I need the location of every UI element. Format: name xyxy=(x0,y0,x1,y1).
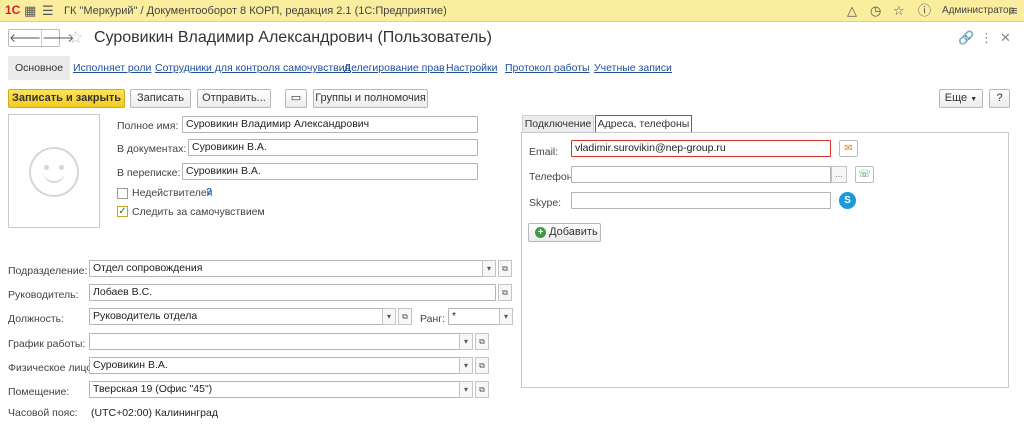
user-photo[interactable] xyxy=(8,114,100,228)
full-name-label: Полное имя: xyxy=(117,120,179,132)
section-settings[interactable]: Настройки xyxy=(446,56,498,80)
schedule-dropdown-icon[interactable]: ▾ xyxy=(459,333,473,350)
section-accounts[interactable]: Учетные записи xyxy=(594,56,672,80)
room-label: Помещение: xyxy=(8,386,70,398)
person-open-icon[interactable]: ⧉ xyxy=(475,357,489,374)
more-label: Еще xyxy=(944,92,968,104)
position-label: Должность: xyxy=(8,313,65,325)
room-field[interactable]: Тверская 19 (Офис "45") xyxy=(89,381,473,398)
in-docs-field[interactable]: Суровикин В.А. xyxy=(188,139,478,156)
in-letters-field[interactable]: Суровикин В.А. xyxy=(182,163,478,180)
comment-icon: ▭ xyxy=(290,92,302,104)
link-icon[interactable]: 🔗 xyxy=(958,30,974,46)
in-letters-label: В переписке: xyxy=(117,167,181,179)
add-contact-button[interactable]: + Добавить xyxy=(528,223,601,242)
groups-button[interactable]: Группы и полномочия xyxy=(313,89,428,108)
favorite-star-icon[interactable]: ☆ xyxy=(68,28,83,48)
section-main[interactable]: Основное xyxy=(8,56,71,80)
phone-label: Телефон: xyxy=(529,171,576,183)
apps-grid-icon[interactable]: ▦ xyxy=(24,3,36,19)
department-field[interactable]: Отдел сопровождения xyxy=(89,260,496,277)
section-wellbeing-staff[interactable]: Сотрудники для контроля самочувствия xyxy=(155,56,350,80)
save-close-button[interactable]: Записать и закрыть xyxy=(8,89,125,108)
section-delegation[interactable]: Делегирование прав xyxy=(344,56,445,80)
nav-buttons: 🡐 🡒 xyxy=(8,29,74,47)
add-label: Добавить xyxy=(549,226,598,238)
room-open-icon[interactable]: ⧉ xyxy=(475,381,489,398)
main-menu-icon[interactable]: ☰ xyxy=(42,3,54,19)
title-bar: 1С ▦ ☰ ГК "Меркурий" / Документооборот 8… xyxy=(0,0,1024,22)
phone-call-icon[interactable]: ☏ xyxy=(855,166,874,183)
position-open-icon[interactable]: ⧉ xyxy=(398,308,412,325)
tab-addresses[interactable]: Адреса, телефоны xyxy=(595,115,692,133)
department-dropdown-icon[interactable]: ▾ xyxy=(482,260,496,277)
close-icon[interactable]: ✕ xyxy=(1000,30,1011,46)
send-button[interactable]: Отправить... xyxy=(197,89,271,108)
position-dropdown-icon[interactable]: ▾ xyxy=(382,308,396,325)
email-label: Email: xyxy=(529,146,559,158)
avatar-placeholder-icon xyxy=(29,147,79,197)
timezone-value: (UTC+02:00) Калининград xyxy=(91,407,218,419)
invalid-help-icon[interactable]: ? xyxy=(206,187,212,198)
person-dropdown-icon[interactable]: ▾ xyxy=(459,357,473,374)
rank-dropdown-icon[interactable]: ▾ xyxy=(499,308,513,325)
manager-label: Руководитель: xyxy=(8,289,79,301)
room-dropdown-icon[interactable]: ▾ xyxy=(459,381,473,398)
department-label: Подразделение: xyxy=(8,265,88,277)
back-arrow-icon[interactable]: 🡐 xyxy=(9,30,41,46)
envelope-icon[interactable]: ✉ xyxy=(839,140,858,157)
department-open-icon[interactable]: ⧉ xyxy=(498,260,512,277)
tab-connection[interactable]: Подключение xyxy=(522,115,594,133)
invalid-label: Недействителен xyxy=(132,187,213,199)
phone-field[interactable] xyxy=(571,166,831,183)
skype-field[interactable] xyxy=(571,192,831,209)
rank-label: Ранг: xyxy=(420,313,446,325)
phone-more-icon[interactable]: … xyxy=(831,166,847,183)
window-menu-icon[interactable]: ≡ xyxy=(1010,3,1018,19)
manager-field[interactable]: Лобаев В.С. xyxy=(89,284,496,301)
skype-label: Skype: xyxy=(529,197,562,209)
form-menu-icon[interactable]: ⋮ xyxy=(980,30,993,46)
skype-icon[interactable]: S xyxy=(839,192,856,209)
favorites-icon[interactable]: ☆ xyxy=(893,3,905,19)
chevron-down-icon: ▼ xyxy=(970,96,978,103)
person-label: Физическое лицо: xyxy=(8,362,96,374)
app-logo: 1С xyxy=(5,3,21,17)
invalid-checkbox[interactable] xyxy=(117,188,128,199)
form-title: Суровикин Владимир Александрович (Пользо… xyxy=(94,29,492,46)
save-button[interactable]: Записать xyxy=(130,89,191,108)
manager-open-icon[interactable]: ⧉ xyxy=(498,284,512,301)
info-icon[interactable]: ⓘ xyxy=(918,3,931,19)
more-button[interactable]: Еще ▼ xyxy=(939,89,983,108)
timezone-label: Часовой пояс: xyxy=(8,407,78,419)
person-field[interactable]: Суровикин В.А. xyxy=(89,357,473,374)
comment-button[interactable]: ▭ xyxy=(285,89,307,108)
history-icon[interactable]: ◷ xyxy=(870,3,881,19)
watch-label: Следить за самочувствием xyxy=(132,206,265,218)
schedule-open-icon[interactable]: ⧉ xyxy=(475,333,489,350)
watch-checkbox[interactable]: ✓ xyxy=(117,206,128,217)
help-button[interactable]: ? xyxy=(989,89,1010,108)
in-docs-label: В документах: xyxy=(117,143,187,155)
full-name-field[interactable]: Суровикин Владимир Александрович xyxy=(182,116,478,133)
email-field[interactable]: vladimir.surovikin@nep-group.ru xyxy=(571,140,831,157)
position-field[interactable]: Руководитель отдела xyxy=(89,308,396,325)
current-user[interactable]: Администратор xyxy=(942,5,1014,16)
section-roles[interactable]: Исполняет роли xyxy=(73,56,151,80)
schedule-field[interactable] xyxy=(89,333,473,350)
notifications-icon[interactable]: △ xyxy=(847,3,857,19)
section-log[interactable]: Протокол работы xyxy=(505,56,590,80)
schedule-label: График работы: xyxy=(8,338,86,350)
app-title: ГК "Меркурий" / Документооборот 8 КОРП, … xyxy=(64,5,447,17)
plus-icon: + xyxy=(535,227,546,238)
